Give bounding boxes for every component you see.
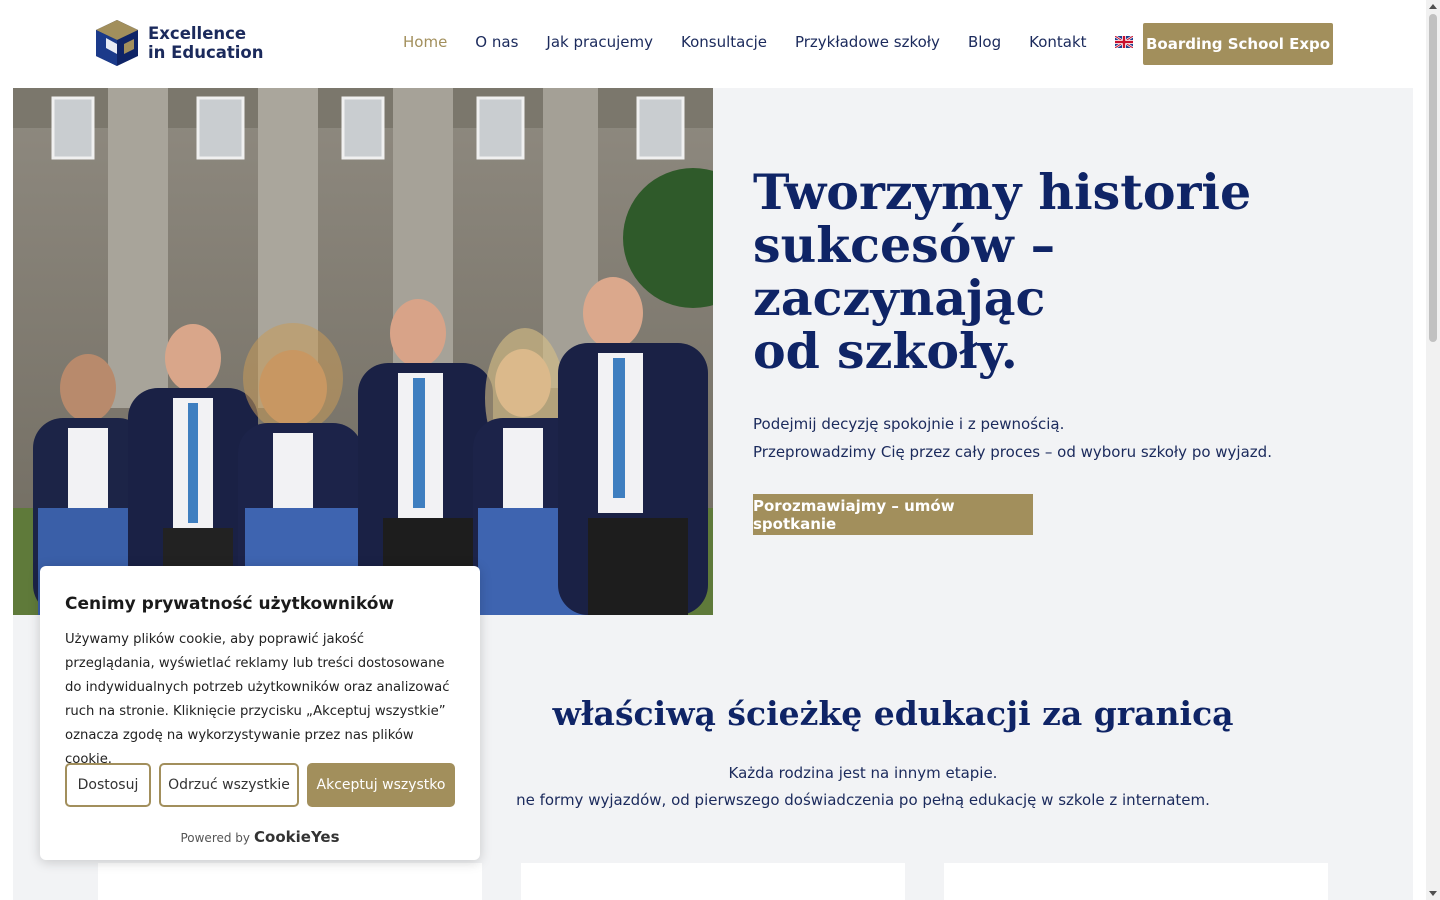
hero-title: Tworzymy historie sukcesów – zaczynając … <box>753 166 1313 378</box>
logo-line-1: Excellence <box>148 24 247 43</box>
site-logo[interactable]: Excellence in Education <box>94 18 264 68</box>
cookieyes-logo[interactable]: CookieYes <box>254 828 340 846</box>
logo-text: Excellence in Education <box>148 24 264 62</box>
nav-item-o-nas[interactable]: O nas <box>475 33 518 51</box>
cookie-title: Cenimy prywatność użytkowników <box>65 594 395 614</box>
hero-subtitle-line-1: Podejmij decyzję spokojnie i z pewnością… <box>753 415 1065 433</box>
nav-item-kontakt[interactable]: Kontakt <box>1029 33 1086 51</box>
site-header: Excellence in Education Home O nas Jak p… <box>0 0 1426 88</box>
page-scrollbar[interactable] <box>1426 0 1440 900</box>
cookie-consent-banner: Cenimy prywatność użytkowników Używamy p… <box>40 566 480 860</box>
hero-title-line-3: zaczynając <box>753 269 1046 327</box>
hero-subtitle-line-2: Przeprowadzimy Cię przez cały proces – o… <box>753 443 1272 461</box>
book-meeting-button[interactable]: Porozmawiajmy – umów spotkanie <box>753 494 1033 535</box>
uk-flag-icon[interactable] <box>1114 36 1133 48</box>
nav-item-blog[interactable]: Blog <box>968 33 1001 51</box>
offer-card[interactable] <box>944 863 1328 900</box>
hero-title-line-1: Tworzymy historie <box>753 163 1252 221</box>
cookie-accept-button[interactable]: Akceptuj wszystko <box>307 763 455 807</box>
cookie-buttons: Dostosuj Odrzuć wszystkie Akceptuj wszys… <box>65 763 455 807</box>
boarding-school-expo-button[interactable]: Boarding School Expo <box>1143 23 1333 65</box>
cookie-powered-by: Powered by CookieYes <box>40 828 480 846</box>
offer-card[interactable] <box>98 863 482 900</box>
scrollbar-thumb[interactable] <box>1429 14 1437 342</box>
main-nav: Home O nas Jak pracujemy Konsultacje Prz… <box>403 33 1166 51</box>
students-group-image <box>13 88 713 615</box>
nav-item-home[interactable]: Home <box>403 33 447 51</box>
cookie-reject-button[interactable]: Odrzuć wszystkie <box>159 763 299 807</box>
scroll-down-arrow-icon[interactable] <box>1429 891 1437 896</box>
scroll-up-arrow-icon[interactable] <box>1429 4 1437 9</box>
hero-photo-students <box>13 88 713 615</box>
hero-title-line-2: sukcesów – <box>753 216 1056 274</box>
nav-item-przykladowe-szkoly[interactable]: Przykładowe szkoły <box>795 33 940 51</box>
offer-card[interactable] <box>521 863 905 900</box>
nav-item-konsultacje[interactable]: Konsultacje <box>681 33 767 51</box>
logo-cube-icon <box>96 20 138 66</box>
cookie-customize-button[interactable]: Dostosuj <box>65 763 151 807</box>
hero-subtitle: Podejmij decyzję spokojnie i z pewnością… <box>753 410 1272 466</box>
nav-item-jak-pracujemy[interactable]: Jak pracujemy <box>546 33 653 51</box>
hero-title-line-4: od szkoły. <box>753 322 1018 380</box>
cookie-text: Używamy plików cookie, aby poprawić jako… <box>65 632 450 767</box>
logo-line-2: in Education <box>148 43 264 62</box>
powered-by-label: Powered by <box>180 831 251 845</box>
